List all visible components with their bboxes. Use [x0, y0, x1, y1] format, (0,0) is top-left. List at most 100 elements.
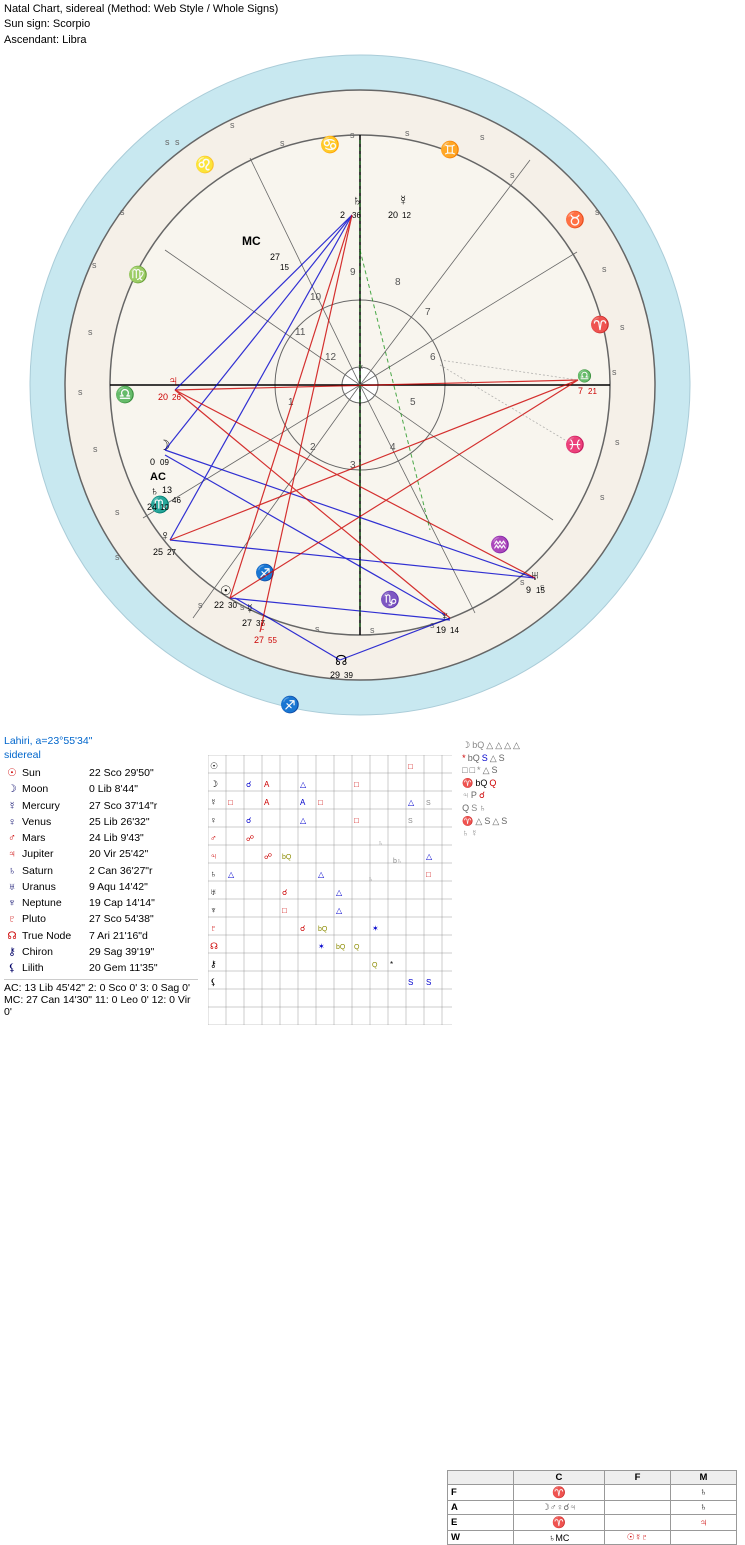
svg-text:♒: ♒: [490, 535, 510, 554]
cfm-w-c: ♄MC: [513, 1531, 604, 1545]
svg-text:s: s: [600, 492, 605, 502]
bottom-section: Lahiri, a=23°55'34" sidereal ☉Sun22 Sco …: [4, 735, 741, 1027]
planet-position: 27 Sco 37'14"r: [89, 798, 189, 814]
svg-text:27: 27: [167, 548, 176, 557]
svg-text:27: 27: [254, 635, 264, 645]
svg-text:27: 27: [270, 252, 280, 262]
planet-symbol: ♅: [4, 879, 20, 895]
svg-text:s: s: [93, 444, 98, 454]
planet-position: 29 Sag 39'19": [89, 944, 189, 960]
planet-name: Mercury: [22, 798, 87, 814]
planet-name: Neptune: [22, 895, 87, 911]
svg-text:△: △: [318, 870, 325, 879]
planet-position: 20 Vir 25'42": [89, 846, 189, 862]
svg-text:22: 22: [214, 600, 224, 610]
ac-line: AC: 13 Lib 45'42" 2: 0 Sco 0' 3: 0 Sag 0…: [4, 979, 198, 1018]
svg-text:♄: ♄: [378, 840, 383, 847]
planet-row: ♅Uranus9 Aqu 14'42": [4, 879, 198, 895]
planet-name: Venus: [22, 814, 87, 830]
cfm-note-8: ♄ ☿: [462, 827, 741, 840]
svg-text:♎: ♎: [577, 369, 592, 383]
svg-text:♀: ♀: [160, 527, 171, 543]
svg-text:s: s: [315, 624, 320, 634]
svg-text:✶: ✶: [372, 924, 379, 933]
cfm-m-header: M: [670, 1471, 736, 1485]
planet-symbol: ♆: [4, 895, 20, 911]
svg-text:✶: ✶: [318, 942, 325, 951]
svg-text:♐: ♐: [280, 695, 300, 714]
planet-symbol: ☊: [4, 928, 20, 944]
svg-text:s: s: [595, 207, 600, 217]
cfm-label-a: A: [448, 1501, 514, 1515]
planet-position: 27 Sco 54'38": [89, 911, 189, 927]
cfm-note-4: ♈ bQ Q: [462, 777, 741, 790]
planet-row: ⚷Chiron29 Sag 39'19": [4, 944, 198, 960]
svg-text:⚷: ⚷: [210, 959, 217, 969]
svg-text:☌: ☌: [300, 924, 305, 933]
svg-text:9: 9: [350, 267, 356, 278]
svg-text:♄: ♄: [150, 484, 159, 498]
cfm-row-e: E ♈ ♃: [448, 1515, 737, 1531]
svg-text:△: △: [336, 888, 343, 897]
cfm-row-w: W ♄MC ☉☿♇: [448, 1531, 737, 1545]
svg-text:24: 24: [147, 502, 157, 512]
svg-text:♎: ♎: [115, 385, 135, 404]
svg-text:♍: ♍: [128, 265, 148, 284]
cfm-label-e: E: [448, 1515, 514, 1531]
svg-text:S: S: [408, 818, 413, 825]
cfm-note-3: □ □ * △ S: [462, 764, 741, 777]
svg-text:15: 15: [280, 263, 289, 272]
svg-text:7: 7: [425, 307, 431, 318]
planet-row: ⚸Lilith20 Gem 11'35": [4, 960, 198, 976]
planet-symbol: ♃: [4, 846, 20, 862]
svg-text:♊: ♊: [440, 140, 460, 159]
svg-text:s: s: [615, 437, 620, 447]
svg-text:△: △: [300, 780, 307, 789]
svg-text:□: □: [408, 762, 413, 771]
svg-text:□: □: [282, 906, 287, 915]
svg-text:29: 29: [330, 670, 340, 680]
cfm-note-7: ♈ △ S △ S: [462, 815, 741, 828]
planet-row: ♆Neptune19 Cap 14'14": [4, 895, 198, 911]
svg-text:s: s: [175, 137, 180, 147]
cfm-f-c: ♈: [513, 1485, 604, 1501]
svg-text:S: S: [426, 800, 431, 807]
lahiri-label: Lahiri, a=23°55'34": [4, 735, 198, 747]
svg-text:△: △: [426, 852, 433, 861]
svg-text:s: s: [602, 264, 607, 274]
cfm-row-a: A ☽♂♀☌♃ ♄: [448, 1501, 737, 1515]
svg-text:S: S: [426, 978, 431, 987]
svg-text:s: s: [405, 128, 410, 138]
svg-text:10: 10: [310, 292, 322, 303]
planet-position: 19 Cap 14'14": [89, 895, 189, 911]
cfm-a-c: ☽♂♀☌♃: [513, 1501, 604, 1515]
planet-symbol: ♇: [4, 911, 20, 927]
planet-symbol: ♂: [4, 830, 20, 846]
svg-text:♇: ♇: [210, 923, 217, 933]
cfm-f-header: F: [605, 1471, 671, 1485]
svg-text:2: 2: [340, 210, 345, 220]
cfm-f-m: ♄: [670, 1485, 736, 1501]
planet-row: ♄Saturn2 Can 36'27"r: [4, 863, 198, 879]
planet-row: ☿Mercury27 Sco 37'14"r: [4, 798, 198, 814]
svg-text:☉: ☉: [210, 761, 218, 771]
planet-name: Saturn: [22, 863, 87, 879]
svg-text:☿: ☿: [398, 192, 409, 208]
svg-text:⚸: ⚸: [210, 977, 217, 987]
planet-name: Uranus: [22, 879, 87, 895]
cfm-label-f: F: [448, 1485, 514, 1501]
svg-text:♌: ♌: [195, 155, 215, 174]
svg-text:☊: ☊: [210, 941, 218, 951]
svg-text:△: △: [228, 870, 235, 879]
svg-text:s: s: [198, 600, 203, 610]
planet-row: ♂Mars24 Lib 9'43": [4, 830, 198, 846]
svg-text:A: A: [264, 780, 270, 789]
planet-row: ♃Jupiter20 Vir 25'42": [4, 846, 198, 862]
ascendant: Ascendant: Libra: [4, 33, 278, 48]
cfm-note-5: ♃ P ☌: [462, 789, 741, 802]
svg-text:19: 19: [436, 625, 446, 635]
cfm-c-header: C: [513, 1471, 604, 1485]
planet-row: ☽Moon0 Lib 8'44": [4, 781, 198, 797]
cfm-e-m: ♃: [670, 1515, 736, 1531]
svg-text:s: s: [115, 552, 120, 562]
